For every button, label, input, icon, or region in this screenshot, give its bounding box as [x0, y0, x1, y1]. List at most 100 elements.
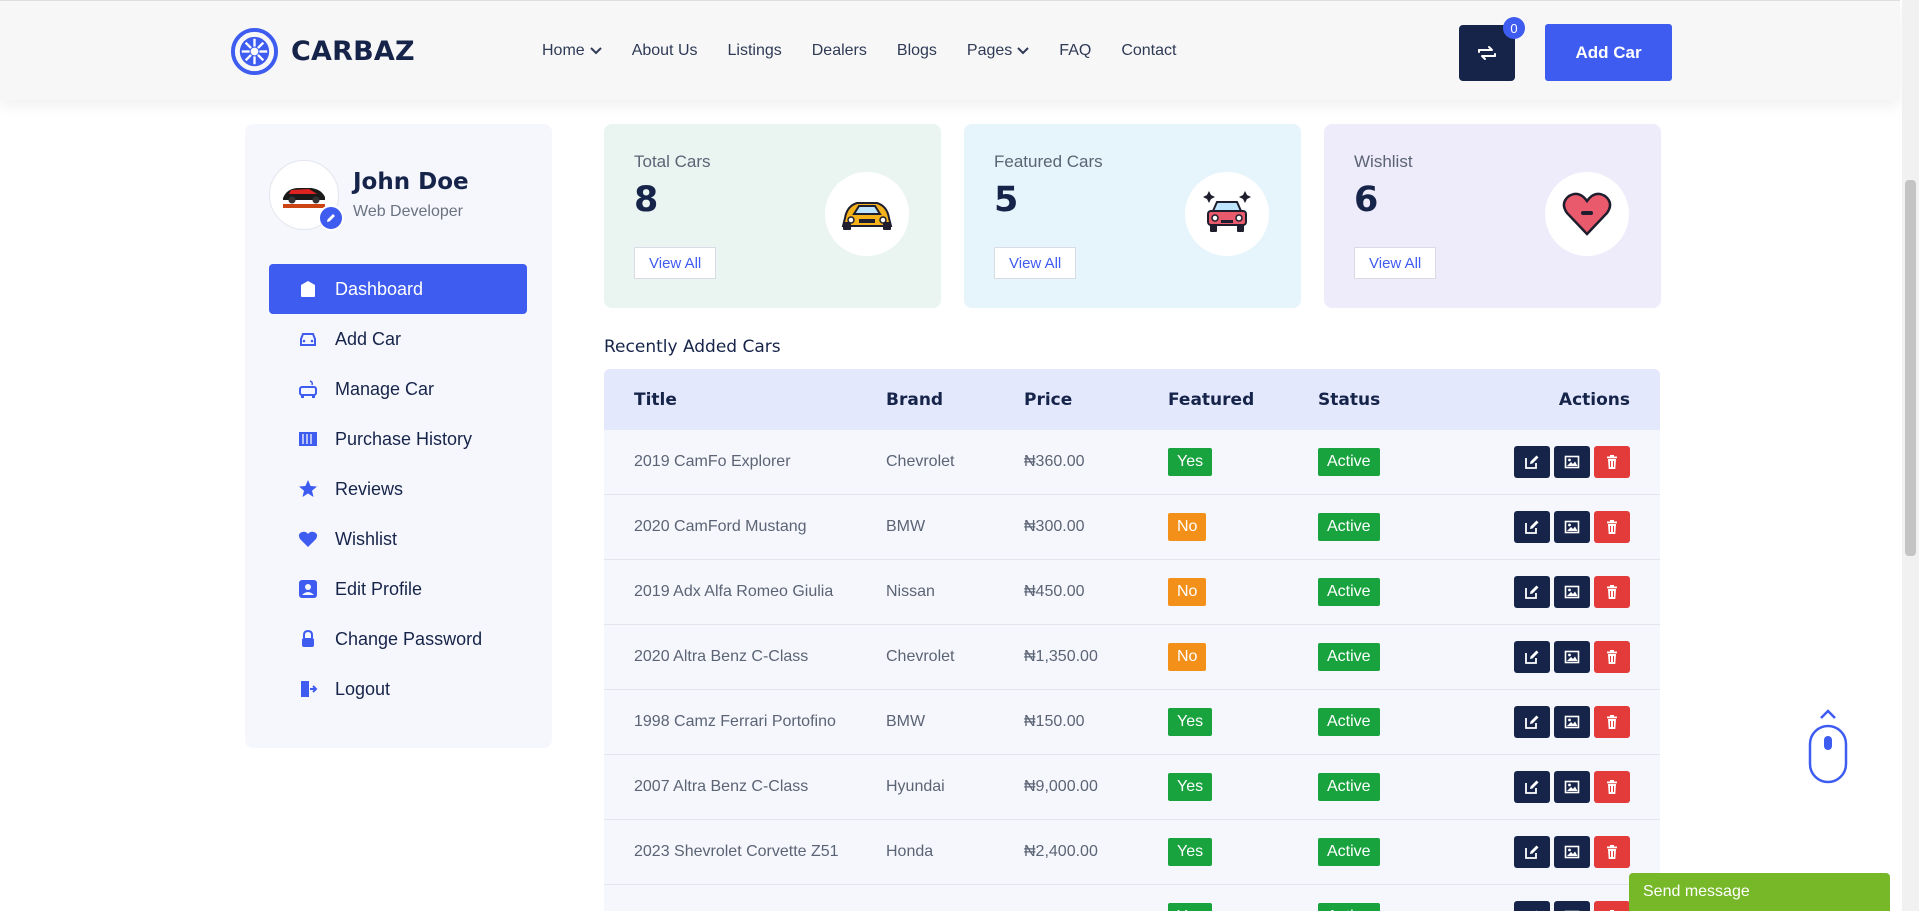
sidebar-menu: Dashboard Add Car Manage Car Purchase Histo…: [269, 264, 527, 714]
compare-count-badge: 0: [1503, 17, 1525, 39]
nav-item-contact[interactable]: Contact: [1121, 42, 1176, 60]
brand[interactable]: CARBAZ: [231, 28, 415, 75]
delete-button[interactable]: [1594, 706, 1630, 738]
sidebar-item-purchase-history[interactable]: Purchase History: [269, 414, 527, 464]
image-icon: [1564, 650, 1580, 664]
avatar[interactable]: [269, 160, 344, 231]
images-button[interactable]: [1554, 771, 1590, 803]
delete-button[interactable]: [1594, 446, 1630, 478]
edit-button[interactable]: [1514, 901, 1550, 911]
edit-button[interactable]: [1514, 641, 1550, 673]
delete-button[interactable]: [1594, 511, 1630, 543]
sidebar-item-label: Wishlist: [335, 528, 397, 549]
sidebar-item-edit-profile[interactable]: Edit Profile: [269, 564, 527, 614]
status-badge: Active: [1318, 513, 1380, 541]
nav-item-about-us[interactable]: About Us: [632, 42, 698, 60]
car-icon: [300, 333, 316, 346]
table-row[interactable]: 2020 Altra Benz C-Class Chevrolet ₦1,350.0…: [604, 625, 1660, 690]
images-button[interactable]: [1554, 836, 1590, 868]
brand-name: CARBAZ: [291, 36, 415, 67]
sidebar-item-label: Manage Car: [335, 378, 435, 399]
sidebar-item-add-car[interactable]: Add Car: [269, 314, 527, 364]
edit-icon: [1525, 585, 1539, 599]
image-icon: [1564, 715, 1580, 729]
stat-card-featured-cars: Featured Cars 5 View All: [964, 124, 1301, 308]
lock-icon: [302, 629, 314, 647]
stat-value: 6: [1354, 180, 1379, 220]
nav-item-pages[interactable]: Pages: [967, 42, 1030, 60]
table-row[interactable]: 2019 CamFo Explorer Chevrolet ₦360.00 Yes Ac…: [604, 430, 1660, 495]
column-header: Title: [634, 389, 677, 410]
trash-icon: [1607, 520, 1617, 534]
status-cell: Active: [1318, 903, 1478, 911]
sidebar-item-logout[interactable]: Logout: [269, 664, 527, 714]
column-header: Featured: [1168, 389, 1255, 410]
compare-arrows-icon: [1478, 46, 1496, 60]
nav-item-home[interactable]: Home: [542, 42, 602, 60]
table-row[interactable]: 1998 Camz Ferrari Portofino BMW ₦150.00 Yes…: [604, 690, 1660, 755]
table-row[interactable]: 2007 Altra Benz C-Class Hyundai ₦9,000.00 Y…: [604, 755, 1660, 820]
edit-avatar-button[interactable]: [318, 205, 344, 231]
featured-cell: No: [1168, 578, 1318, 606]
nav-item-faq[interactable]: FAQ: [1059, 42, 1091, 60]
images-button[interactable]: [1554, 446, 1590, 478]
view-all-button[interactable]: View All: [634, 247, 717, 279]
send-message-chat-button[interactable]: Send message: [1629, 873, 1890, 911]
image-icon: [1564, 845, 1580, 859]
edit-icon: [1525, 780, 1539, 794]
delete-button[interactable]: [1594, 576, 1630, 608]
status-badge: Active: [1318, 903, 1380, 911]
edit-button[interactable]: [1514, 836, 1550, 868]
edit-button[interactable]: [1514, 511, 1550, 543]
scrollbar-thumb[interactable]: [1905, 180, 1916, 556]
images-button[interactable]: [1554, 576, 1590, 608]
status-cell: Active: [1318, 448, 1478, 476]
nav-item-label: Dealers: [811, 42, 867, 59]
table-row[interactable]: 2020 CamFord Mustang BMW ₦300.00 No Active: [604, 495, 1660, 560]
nav-item-dealers[interactable]: Dealers: [812, 42, 867, 60]
edit-button[interactable]: [1514, 576, 1550, 608]
nav-item-listings[interactable]: Listings: [728, 42, 782, 60]
edit-button[interactable]: [1514, 771, 1550, 803]
featured-badge: Yes: [1168, 838, 1213, 866]
add-car-button[interactable]: Add Car: [1545, 24, 1672, 81]
images-button[interactable]: [1554, 641, 1590, 673]
sidebar-item-reviews[interactable]: Reviews: [269, 464, 527, 514]
images-button[interactable]: [1554, 511, 1590, 543]
car-brand-cell: Chevrolet: [886, 648, 955, 665]
featured-cell: Yes: [1168, 773, 1318, 801]
page-scrollbar[interactable]: [1902, 0, 1919, 911]
car-brand-cell: Honda: [886, 843, 934, 860]
recent-cars-heading: Recently Added Cars: [604, 337, 781, 357]
featured-badge: No: [1168, 643, 1207, 671]
chevron-down-icon: [1017, 47, 1030, 55]
view-all-button[interactable]: View All: [994, 247, 1077, 279]
featured-cell: No: [1168, 643, 1318, 671]
delete-button[interactable]: [1594, 901, 1630, 911]
stat-label: Total Cars: [634, 152, 711, 171]
scroll-to-top-button[interactable]: [1808, 704, 1848, 784]
delete-button[interactable]: [1594, 771, 1630, 803]
sidebar-item-change-password[interactable]: Change Password: [269, 614, 527, 664]
status-cell: Active: [1318, 838, 1478, 866]
sidebar-item-dashboard[interactable]: Dashboard: [269, 264, 527, 314]
images-button[interactable]: [1554, 901, 1590, 911]
sidebar-item-label: Add Car: [335, 328, 402, 349]
edit-button[interactable]: [1514, 706, 1550, 738]
car-title-cell: 2007 Altra Benz C-Class: [634, 778, 809, 795]
sidebar-item-manage-car[interactable]: Manage Car: [269, 364, 527, 414]
table-row[interactable]: 2023 Shevrolet Corvette Z51 Honda ₦2,400.0…: [604, 820, 1660, 885]
sidebar-item-label: Reviews: [335, 478, 404, 499]
nav-item-blogs[interactable]: Blogs: [897, 42, 937, 60]
images-button[interactable]: [1554, 706, 1590, 738]
delete-button[interactable]: [1594, 641, 1630, 673]
delete-button[interactable]: [1594, 836, 1630, 868]
table-row[interactable]: 2019 Adx Alfa Romeo Giulia Nissan ₦450.00 N…: [604, 560, 1660, 625]
image-icon: [1564, 455, 1580, 469]
edit-icon: [1525, 845, 1539, 859]
table-row[interactable]: Yes Active: [604, 885, 1660, 911]
edit-button[interactable]: [1514, 446, 1550, 478]
actions-cell: [1478, 641, 1660, 673]
view-all-button[interactable]: View All: [1354, 247, 1437, 279]
sidebar-item-wishlist[interactable]: Wishlist: [269, 514, 527, 564]
